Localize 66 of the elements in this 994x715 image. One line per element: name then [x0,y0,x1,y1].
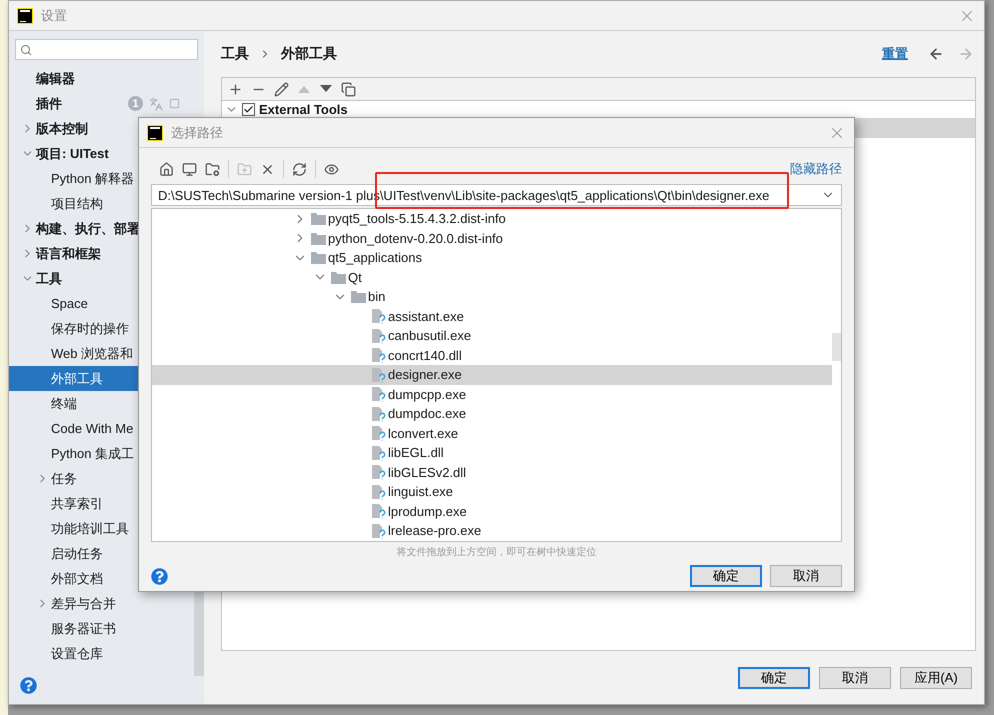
pencil-icon[interactable] [274,82,289,96]
dialog-button[interactable]: 应用(A) [900,666,972,688]
tree-item[interactable]: dumpdoc.exe [152,404,832,424]
unknown-file-icon [371,366,386,383]
folder-icon[interactable] [205,162,220,176]
search-field[interactable] [15,39,198,60]
unknown-file-icon [371,522,386,539]
checkbox[interactable] [242,103,255,116]
group-label: External Tools [259,102,348,117]
folder-icon [311,232,326,245]
tree-item[interactable]: canbusutil.exe [152,326,832,346]
breadcrumb-item: 外部工具 [281,45,337,63]
unknown-file-icon [371,425,386,442]
help-icon[interactable] [20,676,37,694]
tree-item[interactable]: lconvert.exe [152,424,832,443]
dialog-button[interactable]: 确定 [690,565,762,587]
dialog-button[interactable]: 取消 [770,565,842,587]
sidebar-item[interactable]: 设置仓库 [9,641,194,666]
copy-icon[interactable] [341,82,356,96]
dialog-title: 选择路径 [171,124,223,142]
tool-group-row[interactable]: External Tools [222,101,975,118]
tree-item[interactable]: lrelease-pro.exe [152,521,832,540]
move-down-icon[interactable] [319,84,333,94]
hint-text: 将文件拖放到上方空间，即可在树中快速定位 [396,546,598,559]
dialog-button[interactable]: 取消 [819,666,891,688]
tree-item[interactable]: libEGL.dll [152,443,832,462]
unknown-file-icon [371,386,386,402]
hide-path-link[interactable]: 隐藏路径 [790,160,842,178]
home-icon[interactable] [159,162,174,176]
monitor-icon[interactable] [182,162,197,176]
window-title: 设置 [41,6,67,24]
unknown-file-icon [371,464,386,480]
dialog-button[interactable]: 确定 [738,666,810,688]
sidebar-item[interactable]: 差异与合并 [9,591,194,616]
help-icon[interactable] [151,568,168,584]
search-icon [20,44,32,56]
unknown-file-icon [371,444,386,461]
sidebar-item[interactable]: 服务器证书 [9,616,194,641]
refresh-icon[interactable] [292,162,307,176]
unknown-file-icon [371,503,386,520]
tree-item[interactable]: concrt140.dll [152,346,832,365]
unknown-file-icon [371,347,386,364]
unknown-file-icon [371,484,386,500]
unknown-file-icon [371,406,386,422]
sidebar-item[interactable]: 项目: UITest [9,141,194,166]
sidebar-item[interactable]: 编辑器 [9,66,194,91]
folder-icon [351,290,366,304]
unknown-file-icon [371,328,386,344]
tree-item[interactable]: lprodump.exe [152,502,832,521]
app-logo-icon [17,8,33,24]
reset-link[interactable]: 重置 [882,45,908,63]
tree-item[interactable]: assistant.exe [152,306,832,326]
breadcrumb-item: 工具 [221,45,249,63]
sidebar-item[interactable]: 插件 1 [9,91,194,116]
folder-icon [311,212,326,226]
eye-icon[interactable] [324,162,339,176]
folder-icon [331,270,346,284]
tree-item[interactable]: designer.exe [152,365,832,384]
add-icon[interactable] [228,82,243,96]
unknown-file-icon [371,308,386,324]
square-icon [169,98,180,109]
translate-icon [149,96,163,110]
count-badge: 1 [128,96,143,111]
folder-icon [311,251,326,264]
app-logo-icon [147,124,163,140]
scrollbar-thumb[interactable] [832,333,841,361]
